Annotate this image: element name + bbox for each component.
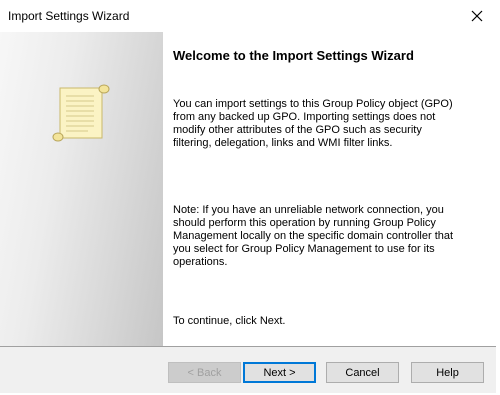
continue-instruction: To continue, click Next. [173,315,286,327]
wizard-content: Welcome to the Import Settings Wizard Yo… [163,32,496,346]
close-button[interactable] [464,4,490,28]
import-settings-wizard-window: Import Settings Wizard Welcome to the Im… [0,0,496,393]
wizard-heading: Welcome to the Import Settings Wizard [173,48,414,63]
next-button[interactable]: Next > [243,362,316,383]
button-bar: < Back Next > Cancel Help [0,347,496,393]
close-icon [471,10,483,22]
title-bar: Import Settings Wizard [0,0,496,32]
cancel-button[interactable]: Cancel [326,362,399,383]
intro-paragraph: You can import settings to this Group Po… [173,98,453,149]
help-button[interactable]: Help [411,362,484,383]
wizard-side-banner [0,32,163,346]
note-paragraph: Note: If you have an unreliable network … [173,204,454,268]
scroll-icon [52,84,110,142]
back-button[interactable]: < Back [168,362,241,383]
window-title: Import Settings Wizard [8,9,130,23]
